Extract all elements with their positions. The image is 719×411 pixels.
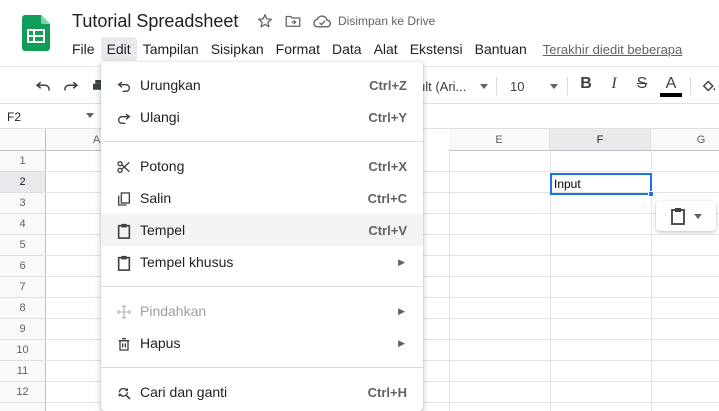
- menu-item-undo-label: Urungkan: [140, 77, 201, 93]
- menu-item-cut-label: Potong: [140, 158, 185, 174]
- clipboard-icon: [671, 208, 685, 225]
- menu-view[interactable]: Tampilan: [137, 37, 205, 61]
- clipboard-icon: [117, 223, 131, 239]
- row-header-13[interactable]: [0, 403, 46, 411]
- row-header-10[interactable]: 10: [0, 340, 46, 361]
- redo-icon: [64, 81, 79, 91]
- font-family-select[interactable]: ult (Ari...: [418, 75, 488, 97]
- menu-edit[interactable]: Edit: [100, 37, 137, 61]
- caret-down-icon[interactable]: [86, 113, 94, 118]
- menu-item-redo-label: Ulangi: [140, 109, 180, 125]
- menu-item-move-label: Pindahkan: [140, 303, 207, 319]
- menu-item-copy[interactable]: Salin Ctrl+C: [101, 182, 423, 214]
- row-header-8[interactable]: 8: [0, 298, 46, 319]
- menu-item-copy-shortcut: Ctrl+C: [367, 190, 407, 206]
- menu-item-find-replace-shortcut: Ctrl+H: [367, 384, 407, 400]
- menu-item-undo-shortcut: Ctrl+Z: [369, 77, 407, 93]
- name-box[interactable]: F2: [0, 105, 100, 129]
- font-size-select[interactable]: 10: [508, 75, 558, 97]
- menu-item-paste-label: Tempel: [140, 222, 186, 238]
- row-header-9[interactable]: 9: [0, 319, 46, 340]
- menu-insert[interactable]: Sisipkan: [205, 37, 270, 61]
- strikethrough-button[interactable]: S: [633, 75, 651, 97]
- caret-down-icon: [694, 213, 702, 219]
- saved-status[interactable]: Disimpan ke Drive: [338, 14, 435, 28]
- menu-data[interactable]: Data: [326, 37, 368, 61]
- menu-file[interactable]: File: [66, 37, 101, 61]
- menu-item-cut-shortcut: Ctrl+X: [368, 158, 407, 174]
- star-icon[interactable]: [256, 12, 274, 30]
- row-header-5[interactable]: 5: [0, 235, 46, 256]
- select-all-corner[interactable]: [0, 129, 46, 151]
- menu-tools[interactable]: Alat: [368, 37, 404, 61]
- menu-item-paste-special[interactable]: Tempel khusus ▶: [101, 246, 423, 278]
- submenu-arrow-icon: ▶: [398, 256, 405, 267]
- document-title[interactable]: Tutorial Spreadsheet: [72, 11, 238, 32]
- menu-item-undo[interactable]: Urungkan Ctrl+Z: [101, 69, 423, 101]
- menu-item-delete-label: Hapus: [140, 335, 181, 351]
- menu-item-delete[interactable]: Hapus ▶: [101, 327, 423, 359]
- submenu-arrow-icon: ▶: [398, 305, 405, 316]
- menu-item-cut[interactable]: Potong Ctrl+X: [101, 150, 423, 182]
- submenu-arrow-icon: ▶: [398, 337, 405, 348]
- column-header-f[interactable]: F: [550, 129, 651, 151]
- sheets-logo[interactable]: [22, 15, 50, 51]
- bold-button[interactable]: B: [577, 75, 595, 97]
- menu-help[interactable]: Bantuan: [469, 37, 533, 61]
- cloud-done-icon[interactable]: [312, 12, 332, 30]
- menu-item-find-replace-label: Cari dan ganti: [140, 384, 228, 400]
- find-replace-icon: [118, 387, 131, 400]
- redo-icon: [118, 113, 131, 124]
- move-icon: [116, 304, 132, 320]
- copy-icon: [118, 192, 130, 206]
- edit-menu-dropdown: Urungkan Ctrl+Z Ulangi Ctrl+Y Potong Ctr…: [101, 62, 423, 411]
- row-header-4[interactable]: 4: [0, 214, 46, 235]
- menu-item-redo-shortcut: Ctrl+Y: [368, 109, 407, 125]
- last-edit-link[interactable]: Terakhir diedit beberapa: [543, 41, 682, 57]
- fill-handle[interactable]: [648, 191, 654, 197]
- trash-icon: [118, 338, 130, 351]
- italic-button[interactable]: I: [605, 75, 623, 97]
- font-size-value: 10: [510, 78, 525, 94]
- clipboard-icon: [117, 255, 131, 271]
- row-header-2[interactable]: 2: [0, 172, 46, 193]
- menu-item-paste[interactable]: Tempel Ctrl+V: [101, 214, 423, 246]
- fill-color-button[interactable]: [699, 76, 719, 96]
- menu-item-redo[interactable]: Ulangi Ctrl+Y: [101, 101, 423, 133]
- paste-options-chip[interactable]: [656, 201, 716, 231]
- folder-move-icon[interactable]: [284, 12, 302, 30]
- row-header-6[interactable]: 6: [0, 256, 46, 277]
- row-header-12[interactable]: 12: [0, 382, 46, 403]
- font-family-value: ult (Ari...: [418, 78, 467, 94]
- row-header-7[interactable]: 7: [0, 277, 46, 298]
- row-header-1[interactable]: 1: [0, 151, 46, 172]
- undo-icon: [117, 81, 130, 92]
- scissors-icon: [117, 161, 130, 173]
- menu-extensions[interactable]: Ekstensi: [404, 37, 469, 61]
- text-color-indicator: [660, 93, 682, 97]
- menubar: File Edit Tampilan Sisipkan Format Data …: [66, 36, 682, 62]
- menu-item-move[interactable]: Pindahkan ▶: [101, 295, 423, 327]
- menu-item-paste-special-label: Tempel khusus: [140, 254, 234, 270]
- menu-item-copy-label: Salin: [140, 190, 172, 206]
- menu-item-find-replace[interactable]: Cari dan ganti Ctrl+H: [101, 376, 423, 408]
- menu-format[interactable]: Format: [270, 37, 326, 61]
- paint-bucket-icon: [702, 80, 715, 92]
- row-header-11[interactable]: 11: [0, 361, 46, 382]
- column-header-e[interactable]: E: [449, 129, 550, 151]
- row-header-3[interactable]: 3: [0, 193, 46, 214]
- selected-cell-outline: [550, 173, 652, 195]
- undo-button[interactable]: [33, 76, 53, 96]
- column-header-g[interactable]: G: [651, 129, 719, 151]
- caret-down-icon: [480, 83, 488, 89]
- undo-icon: [35, 81, 50, 91]
- caret-down-icon: [550, 83, 558, 89]
- redo-button[interactable]: [61, 76, 81, 96]
- menu-item-paste-shortcut: Ctrl+V: [368, 222, 407, 238]
